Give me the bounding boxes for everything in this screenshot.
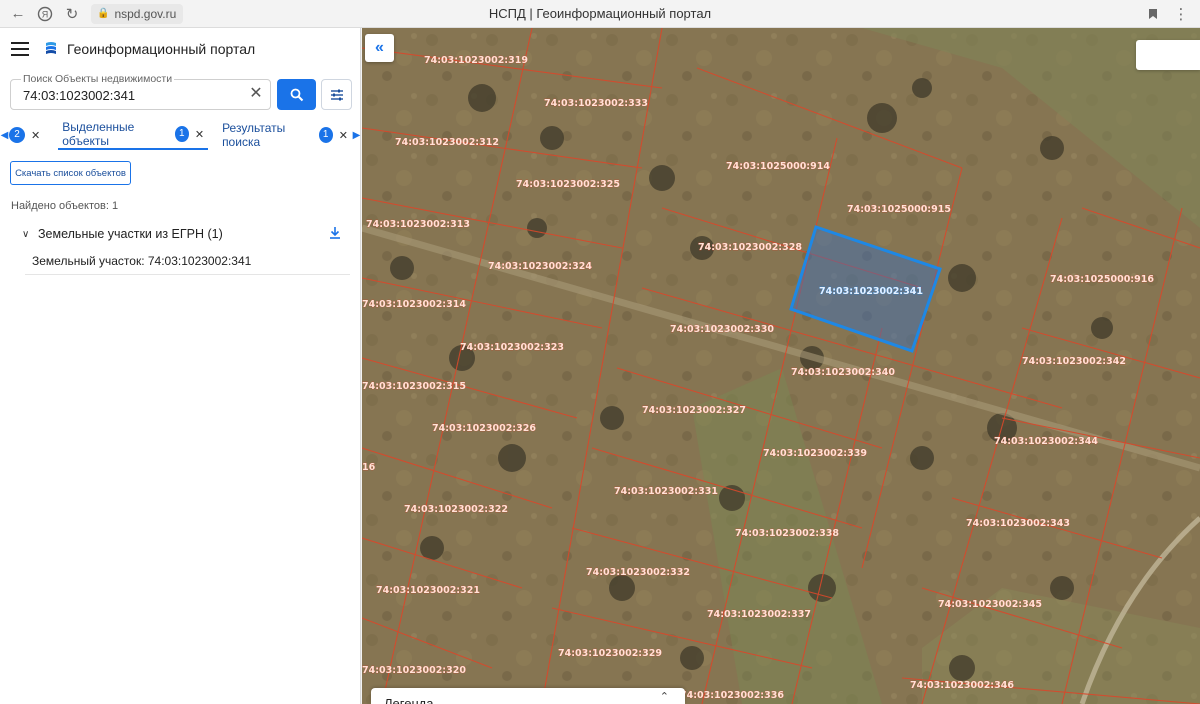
- parcel-label: 74:03:1023002:339: [763, 448, 867, 459]
- parcel-label: 74:03:1023002:315: [362, 381, 466, 392]
- found-count: Найдено объектов: 1: [11, 200, 119, 212]
- tabs-scroll-left-icon[interactable]: ◀: [0, 130, 9, 141]
- legend-label: Легенда: [384, 696, 434, 704]
- tab-selected-objects[interactable]: Выделенные объекты 1 ✕: [58, 120, 209, 150]
- collapse-sidebar-button[interactable]: «: [365, 34, 394, 62]
- tab-badge: 1: [174, 126, 189, 142]
- parcel-label: 74:03:1023002:332: [586, 567, 690, 578]
- browser-toolbar: ← Я ↻ 🔒 nspd.gov.ru НСПД | Геоинформацио…: [0, 0, 1200, 28]
- tab-previous[interactable]: 2 ✕: [9, 120, 44, 150]
- parcel-label: 74:03:1023002:345: [938, 599, 1042, 610]
- tab-label: Выделенные объекты: [62, 120, 135, 148]
- tab-search-results[interactable]: Результаты поиска 1 ✕: [218, 120, 352, 150]
- tab-label: Результаты поиска: [222, 121, 286, 149]
- yandex-icon[interactable]: Я: [36, 5, 54, 23]
- parcel-label: 74:03:1023002:346: [910, 680, 1014, 691]
- search-button[interactable]: [277, 79, 316, 110]
- parcel-label: 74:03:1023002:342: [1022, 356, 1126, 367]
- clear-icon[interactable]: ✕: [248, 86, 264, 102]
- parcel-label: 74:03:1023002:340: [791, 367, 895, 378]
- parcel-label: 74:03:1023002:325: [516, 179, 620, 190]
- parcel-label: 74:03:1023002:320: [362, 665, 466, 676]
- sliders-icon: [330, 89, 343, 100]
- list-item[interactable]: Земельный участок: 74:03:1023002:341: [25, 247, 350, 275]
- parcel-label: 74:03:1023002:327: [642, 405, 746, 416]
- back-arrow-icon[interactable]: ←: [9, 5, 27, 23]
- close-icon[interactable]: ✕: [31, 129, 40, 142]
- download-list-button[interactable]: Скачать список объектов: [10, 161, 131, 185]
- parcel-label: 74:03:1025000:915: [847, 204, 951, 215]
- parcel-label: 74:03:1023002:336: [680, 690, 784, 701]
- parcel-label: 74:03:1023002:322: [404, 504, 508, 515]
- svg-text:Я: Я: [42, 9, 49, 19]
- close-icon[interactable]: ✕: [195, 128, 204, 141]
- search-field-label: Поиск Объекты недвижимости: [21, 73, 175, 85]
- address-bar-url: nspd.gov.ru: [114, 6, 177, 21]
- parcel-label: 74:03:1023002:313: [366, 219, 470, 230]
- search-row: Поиск Объекты недвижимости ✕: [10, 73, 352, 110]
- map-view[interactable]: 74:03:1023002:319 74:03:1023002:333 74:0…: [362, 28, 1200, 704]
- search-icon: [290, 88, 303, 101]
- parcel-label: 16: [362, 462, 376, 473]
- parcel-label: 74:03:1023002:343: [966, 518, 1070, 529]
- parcel-label: 74:03:1023002:321: [376, 585, 480, 596]
- parcel-label: 74:03:1023002:338: [735, 528, 839, 539]
- address-bar[interactable]: 🔒 nspd.gov.ru: [91, 3, 183, 24]
- hamburger-menu-icon[interactable]: [11, 42, 29, 56]
- parcel-label: 74:03:1023002:337: [707, 609, 811, 620]
- group-header[interactable]: ∨ Земельные участки из ЕГРН (1): [22, 224, 344, 244]
- more-menu-icon[interactable]: ⋮: [1172, 5, 1190, 23]
- parcel-label: 74:03:1023002:341: [819, 286, 923, 297]
- parcel-label: 74:03:1023002:328: [698, 242, 802, 253]
- app-title: Геоинформационный портал: [67, 41, 256, 57]
- reload-icon[interactable]: ↻: [63, 5, 81, 23]
- app-header: Геоинформационный портал: [0, 28, 360, 70]
- parcel-label: 74:03:1023002:333: [544, 98, 648, 109]
- group-label: Земельные участки из ЕГРН (1): [38, 227, 223, 241]
- parcel-label: 74:03:1023002:324: [488, 261, 592, 272]
- sidebar: Геоинформационный портал Поиск Объекты н…: [0, 28, 361, 704]
- parcel-label: 74:03:1023002:312: [395, 137, 499, 148]
- lock-icon: 🔒: [97, 8, 110, 19]
- search-input[interactable]: [23, 88, 243, 103]
- parcel-label: 74:03:1025000:914: [726, 161, 830, 172]
- parcel-label: 74:03:1023002:329: [558, 648, 662, 659]
- parcel-label: 74:03:1023002:331: [614, 486, 718, 497]
- legend-panel[interactable]: Легенда ⌃: [371, 688, 685, 704]
- chevron-down-icon[interactable]: ∨: [22, 229, 32, 240]
- chevron-up-icon[interactable]: ⌃: [660, 690, 669, 703]
- parcel-label: 74:03:1023002:319: [424, 55, 528, 66]
- portal-logo-icon: [46, 42, 56, 54]
- map-canvas[interactable]: 74:03:1023002:319 74:03:1023002:333 74:0…: [362, 28, 1200, 704]
- filter-button[interactable]: [321, 79, 352, 110]
- parcel-label: 74:03:1023002:323: [460, 342, 564, 353]
- parcel-label: 74:03:1023002:344: [994, 436, 1098, 447]
- close-icon[interactable]: ✕: [339, 129, 348, 142]
- download-icon[interactable]: [328, 225, 342, 241]
- tab-badge: 2: [9, 127, 25, 143]
- map-control-panel[interactable]: [1136, 40, 1200, 70]
- double-chevron-left-icon: «: [375, 39, 384, 56]
- tabs-scroll-right-icon[interactable]: ▶: [352, 130, 361, 141]
- results-tabs: ◀ 2 ✕ Выделенные объекты 1 ✕ Результаты …: [0, 120, 361, 150]
- parcel-label: 74:03:1025000:916: [1050, 274, 1154, 285]
- tab-badge: 1: [318, 127, 333, 143]
- parcel-label: 74:03:1023002:330: [670, 324, 774, 335]
- bookmark-icon[interactable]: [1144, 5, 1162, 23]
- parcel-label: 74:03:1023002:326: [432, 423, 536, 434]
- search-field[interactable]: Поиск Объекты недвижимости ✕: [10, 73, 271, 110]
- parcel-label: 74:03:1023002:314: [362, 299, 466, 310]
